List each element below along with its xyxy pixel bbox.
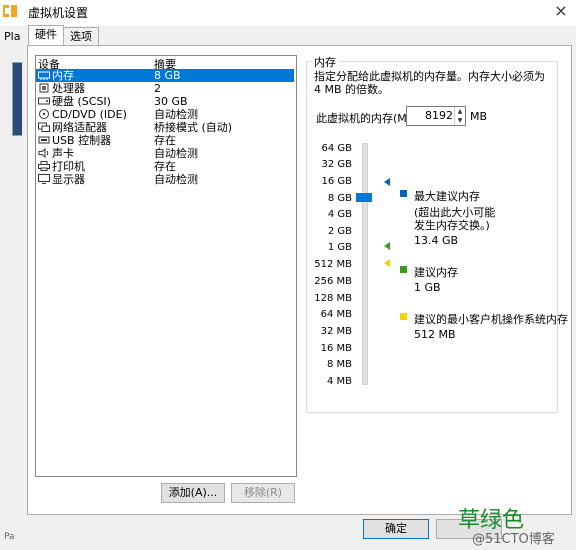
scale-label: 512 MB [314, 259, 352, 270]
device-row-cd-dvd[interactable]: CD/DVD (IDE) 自动检测 [36, 108, 294, 121]
usb-icon [38, 136, 50, 144]
vmware-app-icon [3, 5, 17, 17]
memory-slider-thumb[interactable] [356, 193, 372, 202]
device-summary: 自动检测 [154, 147, 198, 160]
scale-label: 4 GB [327, 209, 352, 220]
device-name: 网络适配器 [52, 121, 107, 134]
device-summary: 自动检测 [154, 173, 198, 186]
add-device-button[interactable]: 添加(A)... [161, 483, 225, 503]
minimum-legend-value: 512 MB [414, 328, 456, 341]
device-row-memory[interactable]: 内存 8 GB [36, 69, 294, 82]
scale-label: 128 MB [314, 293, 352, 304]
scale-label: 8 GB [327, 193, 352, 204]
memory-group-title: 内存 [312, 54, 338, 70]
recommended-marker [384, 242, 390, 250]
scale-label: 64 GB [321, 143, 352, 154]
device-name: 内存 [52, 69, 74, 82]
recommended-legend-swatch [400, 266, 407, 273]
chevron-down-icon[interactable]: ▼ [455, 116, 465, 125]
scale-label: 32 MB [320, 326, 352, 337]
scale-label: 16 MB [320, 343, 352, 354]
memory-spinner-buttons[interactable]: ▲ ▼ [454, 107, 465, 125]
scale-label: 16 GB [321, 176, 352, 187]
minimum-marker [384, 259, 390, 267]
memory-field-label: 此虚拟机的内存(M): [316, 112, 415, 125]
recommended-legend-title: 建议内存 [414, 266, 458, 279]
device-summary: 8 GB [154, 69, 181, 82]
memory-slider-track[interactable] [362, 143, 368, 385]
memory-spinner[interactable]: 8192 ▲ ▼ [406, 106, 466, 126]
close-icon[interactable]: × [548, 0, 574, 22]
scale-label: 4 MB [326, 376, 352, 387]
minimum-legend-swatch [400, 313, 407, 320]
max-legend-note: (超出此大小可能发生内存交换。) [414, 206, 496, 232]
max-legend-value: 13.4 GB [414, 234, 459, 247]
device-row-display[interactable]: 显示器 自动检测 [36, 173, 294, 186]
device-name: 声卡 [52, 147, 74, 160]
printer-icon [38, 161, 50, 171]
device-name: 打印机 [52, 160, 85, 173]
minimum-legend-title: 建议的最小客户机操作系统内存 [414, 313, 568, 326]
scale-label: 256 MB [314, 276, 352, 287]
device-summary: 自动检测 [154, 108, 198, 121]
window-title: 虚拟机设置 [28, 6, 89, 20]
recommended-legend-value: 1 GB [414, 281, 441, 294]
device-row-processor[interactable]: 处理器 2 [36, 82, 294, 95]
watermark-site-text: @51CTO博客 [472, 532, 555, 547]
device-name: 显示器 [52, 173, 85, 186]
speaker-icon [38, 148, 49, 158]
memory-description: 指定分配给此虚拟机的内存量。内存大小必须为 4 MB 的倍数。 [314, 70, 545, 96]
device-summary: 存在 [154, 160, 176, 173]
memory-icon [38, 71, 50, 80]
tab-options[interactable]: 选项 [63, 27, 99, 46]
device-row-sound-card[interactable]: 声卡 自动检测 [36, 147, 294, 160]
device-row-printer[interactable]: 打印机 存在 [36, 160, 294, 173]
device-name: 处理器 [52, 82, 85, 95]
processor-icon [39, 83, 49, 93]
max-legend-title: 最大建议内存 [414, 190, 480, 203]
memory-spinner-value[interactable]: 8192 [425, 109, 453, 122]
hard-disk-icon [38, 97, 50, 105]
memory-unit-label: MB [470, 110, 488, 123]
device-name: 硬盘 (SCSI) [52, 95, 111, 108]
max-recommended-marker [384, 178, 390, 186]
scale-label: 64 MB [320, 309, 352, 320]
tab-hardware[interactable]: 硬件 [28, 25, 64, 46]
scale-label: 8 MB [326, 359, 352, 370]
display-icon [38, 174, 50, 184]
device-name: USB 控制器 [52, 134, 112, 147]
device-summary: 30 GB [154, 95, 188, 108]
device-summary: 存在 [154, 134, 176, 147]
scale-label: 1 GB [327, 242, 352, 253]
background-app-text: Pla [4, 30, 21, 43]
chevron-up-icon[interactable]: ▲ [455, 107, 465, 116]
max-legend-swatch [400, 190, 407, 197]
ok-button[interactable]: 确定 [363, 519, 429, 539]
device-row-usb[interactable]: USB 控制器 存在 [36, 134, 294, 147]
background-app-status: Pa [4, 532, 15, 542]
cd-dvd-icon [39, 109, 49, 119]
scale-label: 32 GB [321, 159, 352, 170]
device-name: CD/DVD (IDE) [52, 108, 127, 121]
remove-device-button[interactable]: 移除(R) [231, 483, 295, 503]
scale-label: 2 GB [327, 226, 352, 237]
device-row-network-adapter[interactable]: 网络适配器 桥接模式 (自动) [36, 121, 294, 134]
network-adapter-icon [38, 122, 50, 132]
device-summary: 桥接模式 (自动) [154, 121, 233, 134]
device-row-hard-disk[interactable]: 硬盘 (SCSI) 30 GB [36, 95, 294, 108]
device-summary: 2 [154, 82, 161, 95]
